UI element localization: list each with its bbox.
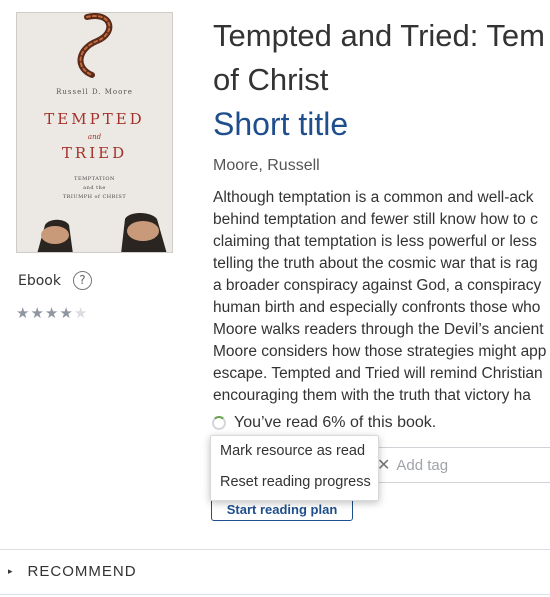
- book-title: Tempted and Tried: Tem of Christ: [213, 14, 550, 102]
- question-circle-icon[interactable]: ?: [72, 271, 92, 290]
- cover-and: and: [87, 133, 102, 141]
- section-divider: [0, 549, 550, 550]
- progress-ring-icon: [212, 416, 226, 430]
- format-label: Ebook: [18, 272, 61, 289]
- author-name[interactable]: Moore, Russell: [213, 157, 320, 175]
- cover-title-word1: TEMPTED: [44, 110, 145, 128]
- chevron-right-icon: ▸: [8, 566, 14, 576]
- recommend-label: RECOMMEND: [27, 563, 137, 580]
- reading-progress[interactable]: You’ve read 6% of this book.: [212, 414, 436, 432]
- progress-text: You’ve read 6% of this book.: [234, 414, 437, 431]
- star-icon[interactable]: ★: [30, 304, 44, 322]
- menu-item-reset-progress[interactable]: Reset reading progress: [211, 467, 378, 498]
- description-line: Moore walks readers through the Devil’s …: [213, 321, 544, 338]
- progress-context-menu: Mark resource as read Reset reading prog…: [210, 435, 379, 501]
- description-line: a broader conspiracy against God, a cons…: [213, 277, 542, 294]
- star-icon[interactable]: ★: [59, 304, 73, 322]
- description-line: claiming that temptation is less powerfu…: [213, 233, 537, 250]
- book-title-line: of Christ: [213, 62, 329, 97]
- cover-title-word2: TRIED: [61, 144, 128, 162]
- recommend-section-header[interactable]: ▸ RECOMMEND: [8, 563, 137, 580]
- book-cover[interactable]: Russell D. Moore TEMPTED and TRIED TEMPT…: [16, 12, 173, 253]
- book-title-line: Tempted and Tried: Tem: [213, 18, 545, 53]
- star-icon[interactable]: ★: [74, 304, 88, 322]
- description-line: human birth and especially confronts tho…: [213, 299, 541, 316]
- description-line: Moore considers how those strategies mig…: [213, 343, 547, 360]
- description-line: telling the truth about the cosmic war t…: [213, 255, 538, 272]
- format-row: Ebook ?: [18, 271, 92, 290]
- cover-subtitle: TEMPTATION and the TRIUMPH of CHRIST: [17, 175, 172, 202]
- tag-input[interactable]: ✕ Add tag: [365, 447, 550, 483]
- description-line: Although temptation is a common and well…: [213, 189, 534, 206]
- description-line: behind temptation and fewer still know h…: [213, 211, 538, 228]
- cover-subtitle-line: TRIUMPH of CHRIST: [62, 194, 127, 200]
- tag-placeholder: Add tag: [396, 456, 449, 474]
- cover-subtitle-line: TEMPTATION: [74, 176, 115, 182]
- menu-item-mark-read[interactable]: Mark resource as read: [211, 436, 378, 467]
- description-line: encouraging them with the truth that vic…: [213, 387, 531, 404]
- star-icon[interactable]: ★: [45, 304, 59, 322]
- cover-subtitle-line: and the: [83, 185, 106, 191]
- section-divider: [0, 594, 550, 595]
- cover-author: Russell D. Moore: [56, 88, 133, 96]
- book-description: Although temptation is a common and well…: [213, 187, 550, 407]
- star-icon[interactable]: ★: [16, 304, 30, 322]
- short-title: Short title: [213, 106, 349, 142]
- description-line: escape. Tempted and Tried will remind Ch…: [213, 365, 543, 382]
- close-icon[interactable]: ✕: [377, 455, 390, 475]
- star-rating[interactable]: ★★★★★: [16, 304, 88, 322]
